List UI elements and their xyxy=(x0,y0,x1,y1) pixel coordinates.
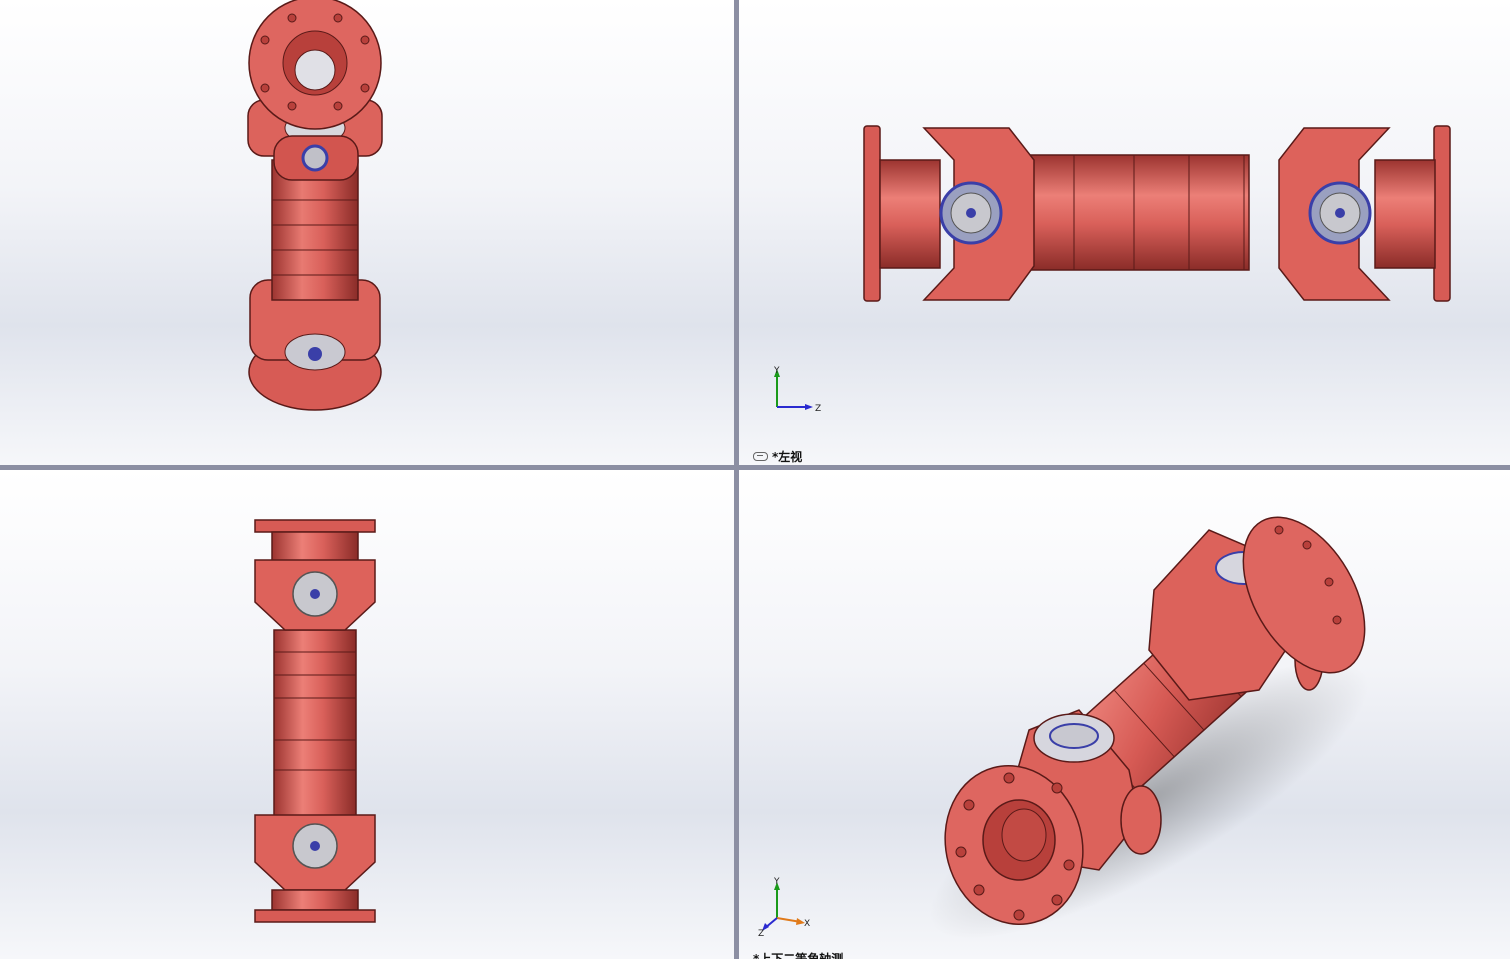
link-icon xyxy=(753,452,768,461)
shaft-model-isometric-view[interactable] xyxy=(739,470,1510,959)
view-name-label: *上下二等角轴测 xyxy=(753,950,843,959)
viewport-bottom-left[interactable] xyxy=(0,470,734,959)
axis-triad-icon: Y Z xyxy=(773,366,821,414)
shaft-model-top-view[interactable] xyxy=(0,0,734,465)
axis-triad-icon: Y X Z xyxy=(758,877,810,938)
view-name-text: *左视 xyxy=(772,450,803,464)
triad-up-label: Y xyxy=(773,366,780,376)
viewport-top-left[interactable] xyxy=(0,0,734,465)
viewport-top-right[interactable]: Y Z *左视 xyxy=(739,0,1510,465)
triad-right-label: X xyxy=(804,919,810,929)
triad-up-label: Y xyxy=(773,877,780,887)
view-name-label: *左视 xyxy=(753,448,802,465)
triad-right-label: Z xyxy=(815,404,821,414)
shaft-model-front-view[interactable] xyxy=(0,470,734,959)
shaft-model-left-view[interactable] xyxy=(739,0,1510,465)
triad-down-label: Z xyxy=(758,929,764,938)
viewport-bottom-right[interactable]: Y X Z *上下二等角轴测 xyxy=(739,470,1510,959)
view-name-text: *上下二等角轴测 xyxy=(753,952,844,959)
